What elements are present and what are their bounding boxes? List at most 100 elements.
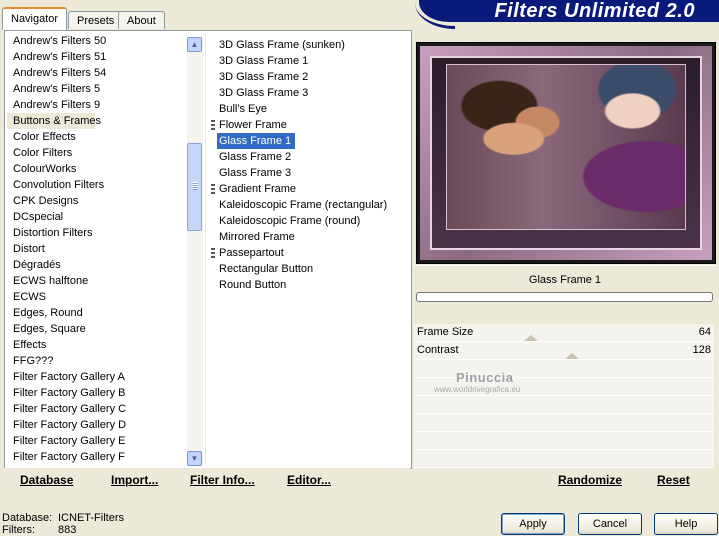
filter-item[interactable]: Flower Frame bbox=[217, 117, 287, 133]
category-item[interactable]: Filter Factory Gallery A bbox=[7, 369, 191, 385]
app-title-banner: Filters Unlimited 2.0 bbox=[415, 0, 719, 29]
category-item[interactable]: Edges, Square bbox=[7, 321, 191, 337]
filter-item[interactable]: Passepartout bbox=[217, 245, 284, 261]
category-item[interactable]: Andrew's Filters 50 bbox=[7, 33, 191, 49]
database-button[interactable]: Database bbox=[20, 473, 73, 487]
category-item[interactable]: Andrew's Filters 9 bbox=[7, 97, 191, 113]
scroll-up-button[interactable]: ▲ bbox=[187, 37, 202, 52]
category-item[interactable]: Dégradés bbox=[7, 257, 191, 273]
filter-row: Glass Frame 3 bbox=[213, 165, 409, 181]
scroll-grip-icon bbox=[192, 182, 198, 190]
param-slider[interactable] bbox=[490, 324, 654, 341]
parameter-list: Frame Size 64 Contrast 128 bbox=[414, 324, 714, 468]
filter-info-button[interactable]: Filter Info... bbox=[190, 473, 255, 487]
category-item[interactable]: Distort bbox=[7, 241, 191, 257]
preview-photo bbox=[446, 64, 686, 230]
filter-item[interactable]: Bull's Eye bbox=[217, 101, 267, 117]
help-button[interactable]: Help bbox=[654, 513, 718, 535]
import-button[interactable]: Import... bbox=[111, 473, 158, 487]
param-row[interactable]: Contrast 128 bbox=[414, 342, 714, 360]
filter-row: 3D Glass Frame 1 bbox=[213, 53, 409, 69]
category-item[interactable]: Color Effects bbox=[7, 129, 191, 145]
group-marker-icon bbox=[211, 248, 215, 258]
category-item[interactable]: CPK Designs bbox=[7, 193, 191, 209]
filter-row: Passepartout bbox=[211, 245, 409, 261]
progress-bar bbox=[416, 292, 713, 302]
cancel-button[interactable]: Cancel bbox=[578, 513, 642, 535]
randomize-button[interactable]: Randomize bbox=[558, 473, 622, 487]
category-item[interactable]: Filter Factory Gallery C bbox=[7, 401, 191, 417]
category-item[interactable]: Filter Factory Gallery B bbox=[7, 385, 191, 401]
filter-row: Rectangular Button bbox=[213, 261, 409, 277]
slider-thumb-icon[interactable] bbox=[565, 353, 579, 359]
preview-frame-inner bbox=[430, 56, 702, 250]
empty-param-row bbox=[414, 432, 714, 450]
apply-button[interactable]: Apply bbox=[501, 513, 565, 535]
category-item[interactable]: Filter Factory Gallery E bbox=[7, 433, 191, 449]
watermark-name: Pinuccia bbox=[456, 370, 514, 385]
category-list[interactable]: Andrew's Filters 50 Andrew's Filters 51 An… bbox=[7, 33, 191, 465]
scroll-down-button[interactable]: ▼ bbox=[187, 451, 202, 466]
category-item[interactable]: Buttons & Frames bbox=[7, 113, 101, 129]
category-item[interactable]: ECWS bbox=[7, 289, 191, 305]
category-item[interactable]: Andrew's Filters 5 bbox=[7, 81, 191, 97]
list-divider bbox=[205, 33, 206, 465]
category-item[interactable]: Color Filters bbox=[7, 145, 191, 161]
category-item[interactable]: FFG??? bbox=[7, 353, 191, 369]
param-row[interactable]: Frame Size 64 bbox=[414, 324, 714, 342]
category-item[interactable]: Andrew's Filters 51 bbox=[7, 49, 191, 65]
empty-param-row bbox=[414, 450, 714, 468]
filter-item[interactable]: Round Button bbox=[217, 277, 286, 293]
category-item[interactable]: Distortion Filters bbox=[7, 225, 191, 241]
filter-item[interactable]: Glass Frame 1 bbox=[217, 133, 296, 149]
group-marker-icon bbox=[211, 184, 215, 194]
tab-navigator[interactable]: Navigator bbox=[2, 7, 68, 30]
category-item[interactable]: Effects bbox=[7, 337, 191, 353]
category-item[interactable]: Filter Factory Gallery D bbox=[7, 417, 191, 433]
app-title: Filters Unlimited 2.0 bbox=[494, 0, 695, 22]
category-item[interactable]: Andrew's Filters 54 bbox=[7, 65, 191, 81]
database-status-label: Database: bbox=[2, 512, 53, 524]
param-slider[interactable] bbox=[490, 342, 654, 359]
tab-strip: Navigator Presets About bbox=[0, 0, 420, 30]
empty-param-row bbox=[414, 396, 714, 414]
right-button-bar: Randomize Reset bbox=[414, 468, 716, 494]
filter-item[interactable]: Mirrored Frame bbox=[217, 229, 295, 245]
slider-thumb-icon[interactable] bbox=[524, 335, 538, 341]
category-scrollbar[interactable]: ▲ ▼ bbox=[187, 37, 203, 466]
scroll-thumb[interactable] bbox=[187, 143, 202, 231]
category-item[interactable]: DCspecial bbox=[7, 209, 191, 225]
tab-about[interactable]: About bbox=[118, 11, 165, 29]
group-marker-icon bbox=[211, 120, 215, 130]
filter-list[interactable]: 3D Glass Frame (sunken) 3D Glass Frame 13… bbox=[211, 37, 409, 293]
watermark-url: www.worldrivegrafica.eu bbox=[434, 385, 521, 394]
filter-item[interactable]: Kaleidoscopic Frame (rectangular) bbox=[217, 197, 387, 213]
filter-item[interactable]: Glass Frame 2 bbox=[217, 149, 291, 165]
filter-row: 3D Glass Frame 3 bbox=[213, 85, 409, 101]
filter-item[interactable]: 3D Glass Frame 1 bbox=[217, 53, 308, 69]
filter-item[interactable]: Glass Frame 3 bbox=[217, 165, 291, 181]
separator bbox=[414, 265, 716, 266]
filter-item[interactable]: 3D Glass Frame 2 bbox=[217, 69, 308, 85]
filter-row: Glass Frame 1 bbox=[213, 133, 409, 149]
empty-param-row bbox=[414, 414, 714, 432]
filter-row: 3D Glass Frame 2 bbox=[213, 69, 409, 85]
filter-item[interactable]: Rectangular Button bbox=[217, 261, 313, 277]
filters-status-label: Filters: bbox=[2, 524, 35, 536]
filter-item[interactable]: 3D Glass Frame 3 bbox=[217, 85, 308, 101]
category-item[interactable]: ECWS halftone bbox=[7, 273, 191, 289]
reset-button[interactable]: Reset bbox=[657, 473, 690, 487]
category-item[interactable]: Convolution Filters bbox=[7, 177, 191, 193]
filter-row: Bull's Eye bbox=[213, 101, 409, 117]
filter-item[interactable]: 3D Glass Frame (sunken) bbox=[217, 37, 345, 53]
param-value: 64 bbox=[698, 326, 711, 338]
filter-row: Glass Frame 2 bbox=[213, 149, 409, 165]
filter-item[interactable]: Gradient Frame bbox=[217, 181, 296, 197]
editor-button[interactable]: Editor... bbox=[287, 473, 331, 487]
tab-presets[interactable]: Presets bbox=[68, 11, 124, 29]
preview-frame bbox=[420, 46, 712, 260]
category-item[interactable]: ColourWorks bbox=[7, 161, 191, 177]
category-item[interactable]: Filter Factory Gallery F bbox=[7, 449, 191, 465]
category-item[interactable]: Edges, Round bbox=[7, 305, 191, 321]
filter-item[interactable]: Kaleidoscopic Frame (round) bbox=[217, 213, 360, 229]
